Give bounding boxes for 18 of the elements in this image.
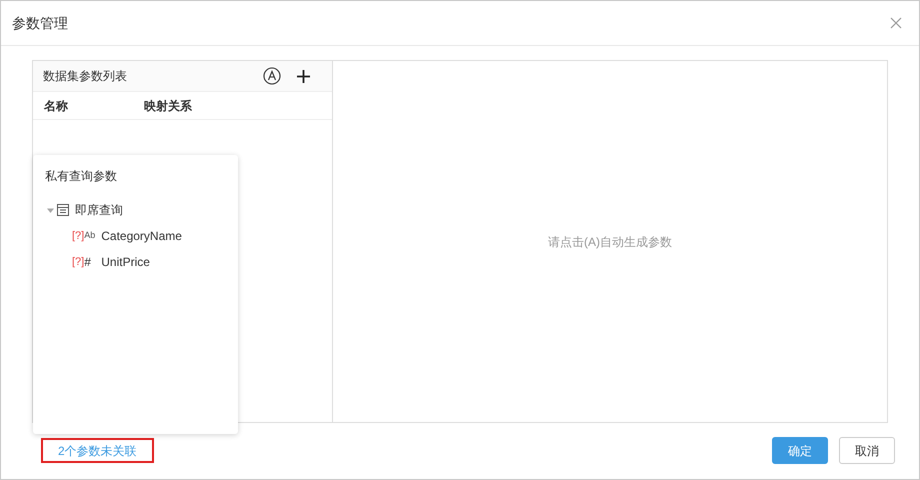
unlinked-mark: [?] <box>72 228 84 244</box>
tree-node[interactable]: 即席查询 <box>75 201 123 219</box>
unlinked-mark: [?] <box>72 254 84 270</box>
type-indicator: Ab <box>84 229 96 242</box>
tree-item[interactable]: UnitPrice <box>101 253 150 271</box>
column-header: 映射关系 <box>144 98 192 114</box>
window-title: 参数管理 <box>12 14 68 32</box>
add-icon[interactable] <box>297 70 310 82</box>
empty-hint: 请点击(A)自动生成参数 <box>548 234 672 250</box>
close-icon[interactable] <box>890 17 902 29</box>
tree-item[interactable]: CategoryName <box>101 227 182 245</box>
popup-title: 私有查询参数 <box>45 168 117 185</box>
table-icon <box>57 204 69 216</box>
column-header: 名称 <box>44 98 69 114</box>
cancel-button[interactable]: 取消 <box>839 437 895 464</box>
panel-title: 数据集参数列表 <box>43 68 128 85</box>
type-indicator: # <box>84 254 92 271</box>
auto-generate-icon[interactable] <box>263 67 281 85</box>
